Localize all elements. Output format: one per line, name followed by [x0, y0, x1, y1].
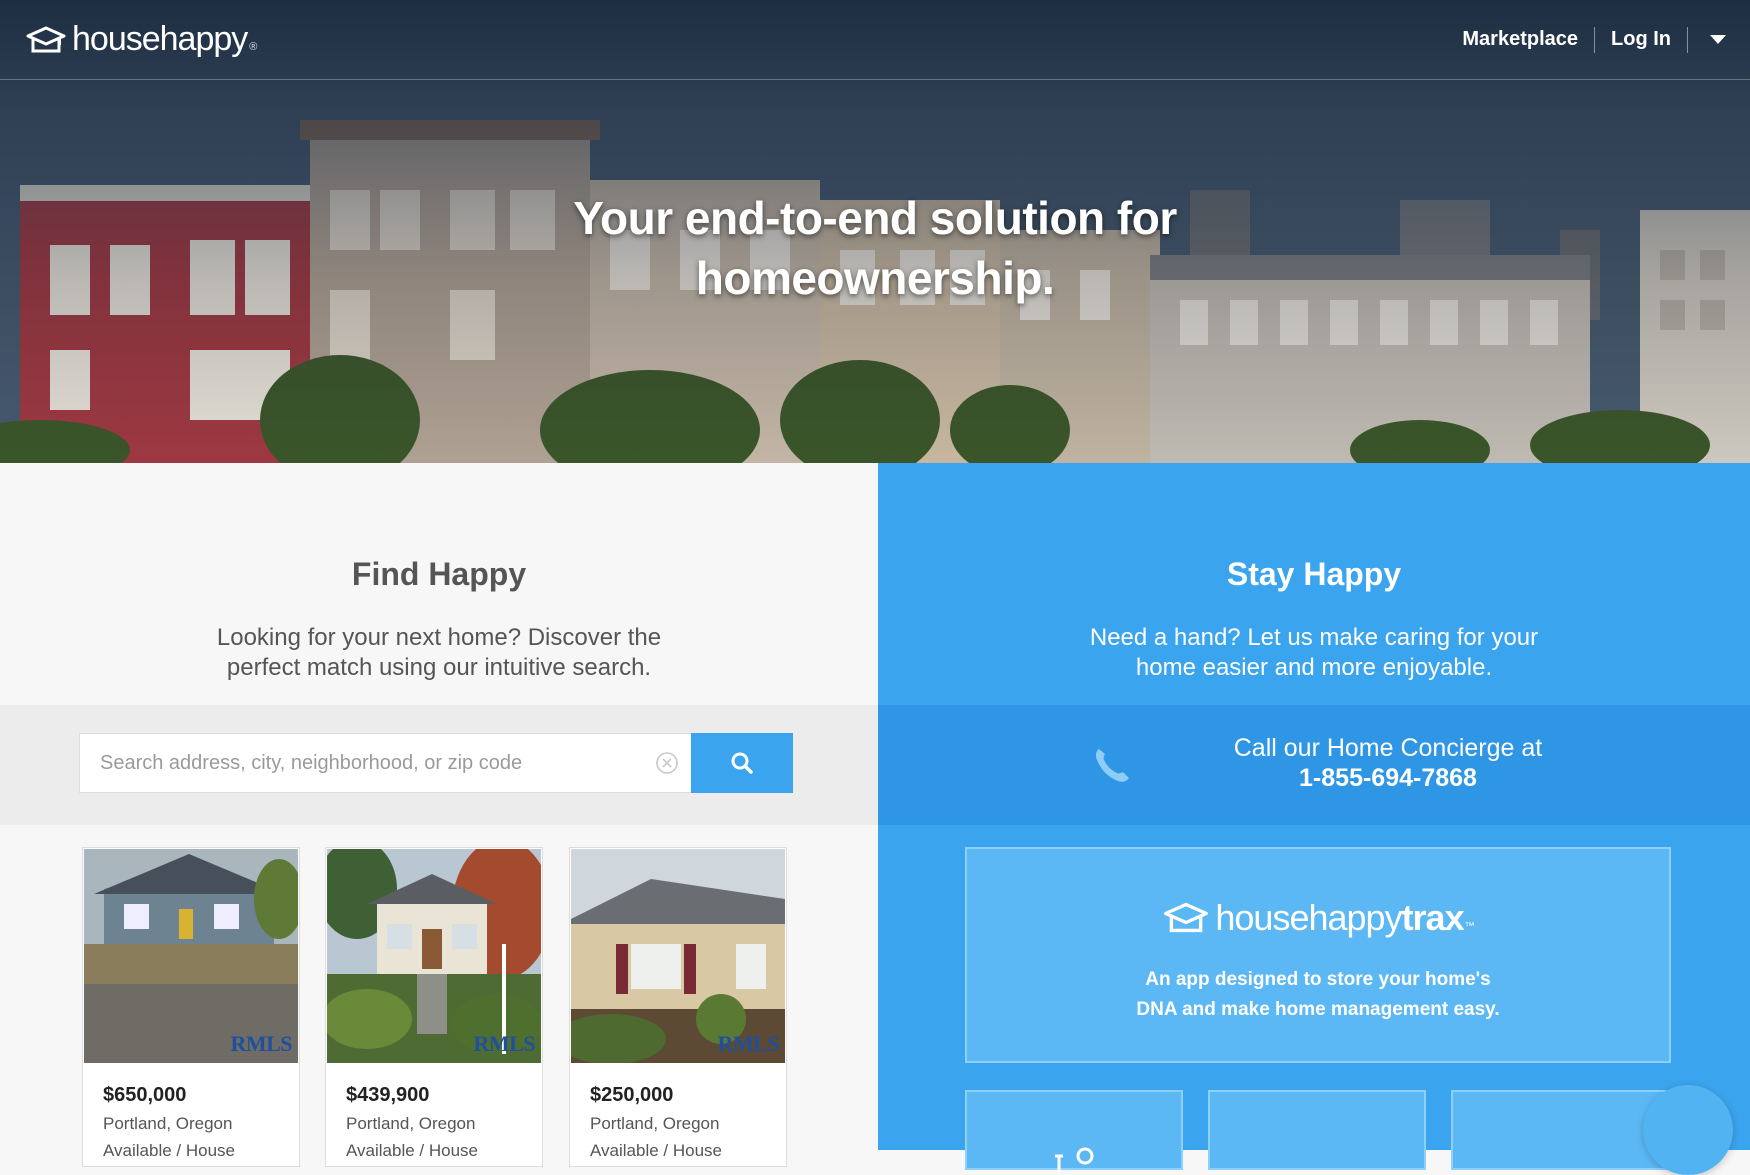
search-bar	[79, 733, 793, 793]
caret-down-icon[interactable]	[1710, 35, 1726, 44]
hero-headline-line1: Your end-to-end solution for	[573, 192, 1177, 244]
listing-location: Portland, Oregon	[590, 1114, 720, 1133]
find-subtitle-line2: perfect match using our intuitive search…	[226, 654, 652, 681]
trax-trademark: ™	[1464, 920, 1475, 932]
listing-photo: RMLS	[84, 849, 298, 1063]
listing-price: $250,000	[590, 1084, 674, 1106]
hero-headline: Your end-to-end solution for homeownersh…	[0, 188, 1750, 308]
househappy-logo-icon	[1164, 902, 1209, 933]
listing-price: $650,000	[103, 1084, 187, 1106]
find-happy-title: Find Happy	[351, 556, 527, 592]
trax-logo: househappy trax ™	[967, 897, 1669, 939]
stay-happy-subtitle: Need a hand? Let us make caring for your…	[878, 623, 1750, 683]
header-nav: Marketplace Log In	[1446, 26, 1726, 53]
listing-cards: RMLS $650,000 Portland, Oregon Available…	[82, 847, 802, 1167]
service-tile-2[interactable]	[1208, 1090, 1426, 1170]
service-tile-tools[interactable]	[965, 1090, 1183, 1172]
listing-status: Available / House	[103, 1141, 235, 1160]
brand-logo[interactable]: househappy ®	[24, 20, 257, 59]
trax-brand-part1: househappy	[1215, 897, 1402, 938]
trax-description: An app designed to store your home's DNA…	[967, 965, 1669, 1025]
brand-name: househappy	[72, 20, 248, 58]
brand-registered-mark: ®	[249, 40, 258, 53]
concierge-label: Call our Home Concierge at	[1233, 734, 1543, 762]
trax-brand-part2: trax	[1401, 897, 1465, 938]
search-button[interactable]	[691, 733, 793, 793]
listing-photo: RMLS	[571, 849, 785, 1063]
listing-status: Available / House	[346, 1141, 478, 1160]
find-happy-panel: Find Happy Looking for your next home? D…	[0, 463, 878, 1167]
concierge-text: Call our Home Concierge at 1-855-694-786…	[1118, 733, 1658, 793]
search-section	[0, 705, 878, 825]
househappy-logo-icon	[26, 26, 66, 52]
stay-subtitle-line1: Need a hand? Let us make caring for your	[1089, 624, 1539, 651]
stay-happy-panel: Stay Happy Need a hand? Let us make cari…	[878, 463, 1750, 1172]
trax-desc-line2: DNA and make home management easy.	[1136, 999, 1500, 1020]
listing-card[interactable]: RMLS $250,000 Portland, Oregon Available…	[569, 847, 787, 1167]
home-concierge-section: Call our Home Concierge at 1-855-694-786…	[878, 705, 1750, 825]
stay-subtitle-line2: home easier and more enjoyable.	[1135, 654, 1493, 681]
househappy-trax-card[interactable]: househappy trax ™ An app designed to sto…	[965, 847, 1671, 1063]
listing-location: Portland, Oregon	[103, 1114, 233, 1133]
listing-price: $439,900	[346, 1084, 430, 1106]
listing-photo: RMLS	[327, 849, 541, 1063]
trax-desc-line1: An app designed to store your home's	[1145, 969, 1491, 990]
listing-status: Available / House	[590, 1141, 722, 1160]
listing-watermark: RMLS	[230, 1031, 292, 1056]
hero-headline-line2: homeownership.	[695, 252, 1055, 304]
listing-card[interactable]: RMLS $650,000 Portland, Oregon Available…	[82, 847, 300, 1167]
chat-icon[interactable]	[1643, 1085, 1733, 1175]
find-subtitle-line1: Looking for your next home? Discover the	[216, 624, 662, 651]
stay-happy-title: Stay Happy	[1226, 556, 1402, 592]
find-happy-subtitle: Looking for your next home? Discover the…	[0, 623, 878, 683]
search-icon	[731, 752, 753, 774]
tools-icon	[1055, 1147, 1094, 1172]
concierge-phone-link[interactable]: 1-855-694-7868	[1118, 763, 1658, 793]
hero-banner: househappy ® Marketplace Log In Your end…	[0, 0, 1750, 463]
listing-watermark: RMLS	[473, 1031, 535, 1056]
clear-search-icon[interactable]	[654, 750, 680, 776]
nav-divider	[1687, 26, 1688, 53]
listing-card[interactable]: RMLS $439,900 Portland, Oregon Available…	[325, 847, 543, 1167]
nav-marketplace-link[interactable]: Marketplace	[1446, 28, 1594, 51]
top-navigation-bar: househappy ® Marketplace Log In	[0, 0, 1750, 80]
search-input[interactable]	[80, 734, 640, 792]
nav-login-link[interactable]: Log In	[1595, 28, 1687, 51]
listing-watermark: RMLS	[717, 1031, 779, 1056]
listing-location: Portland, Oregon	[346, 1114, 476, 1133]
service-tile-3[interactable]	[1451, 1090, 1669, 1170]
